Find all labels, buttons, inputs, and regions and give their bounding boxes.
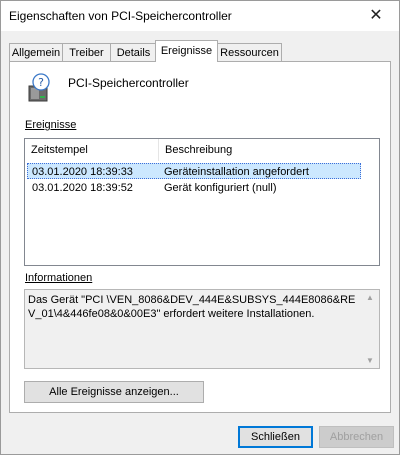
info-label: Informationen — [25, 272, 93, 284]
window-title: Eigenschaften von PCI-Speichercontroller — [9, 9, 232, 23]
device-name: PCI-Speichercontroller — [68, 76, 189, 90]
cancel-button: Abbrechen — [319, 426, 394, 448]
properties-window: Eigenschaften von PCI-Speichercontroller… — [0, 0, 400, 455]
event-row[interactable]: 03.01.2020 18:39:52 Gerät konfiguriert (… — [27, 180, 361, 196]
event-description: Gerät konfiguriert (null) — [164, 182, 277, 194]
svg-text:?: ? — [38, 76, 44, 89]
tab-ressourcen[interactable]: Ressourcen — [217, 43, 282, 61]
column-header-timestamp[interactable]: Zeitstempel — [25, 139, 159, 161]
tab-details[interactable]: Details — [110, 43, 157, 61]
cancel-button-label: Abbrechen — [329, 431, 384, 443]
event-timestamp: 03.01.2020 18:39:33 — [32, 166, 133, 178]
close-button[interactable]: Schließen — [238, 426, 313, 448]
tab-ereignisse[interactable]: Ereignisse — [155, 40, 218, 62]
scroll-up-icon[interactable]: ▲ — [366, 293, 374, 302]
unknown-device-icon: ? — [28, 73, 50, 102]
events-list[interactable]: Zeitstempel Beschreibung 03.01.2020 18:3… — [24, 138, 380, 266]
close-button-label: Schließen — [251, 431, 300, 443]
info-scrollbar[interactable]: ▲ ▼ — [362, 290, 379, 368]
event-description: Geräteinstallation angefordert — [164, 166, 309, 178]
title-bar: Eigenschaften von PCI-Speichercontroller… — [1, 1, 399, 31]
show-all-events-button[interactable]: Alle Ereignisse anzeigen... — [24, 381, 204, 403]
info-textbox[interactable]: Das Gerät "PCI \VEN_8086&DEV_444E&SUBSYS… — [24, 289, 380, 369]
events-label: Ereignisse — [25, 119, 77, 131]
info-text: Das Gerät "PCI \VEN_8086&DEV_444E&SUBSYS… — [28, 294, 356, 320]
close-window-icon[interactable]: ✕ — [353, 1, 399, 31]
show-all-events-label: Alle Ereignisse anzeigen... — [49, 386, 179, 398]
tab-treiber[interactable]: Treiber — [62, 43, 111, 61]
tab-allgemein[interactable]: Allgemein — [9, 43, 63, 61]
event-row[interactable]: 03.01.2020 18:39:33 Geräteinstallation a… — [27, 163, 361, 179]
scroll-down-icon[interactable]: ▼ — [366, 356, 374, 365]
event-timestamp: 03.01.2020 18:39:52 — [32, 182, 133, 194]
column-header-description[interactable]: Beschreibung — [159, 139, 379, 161]
